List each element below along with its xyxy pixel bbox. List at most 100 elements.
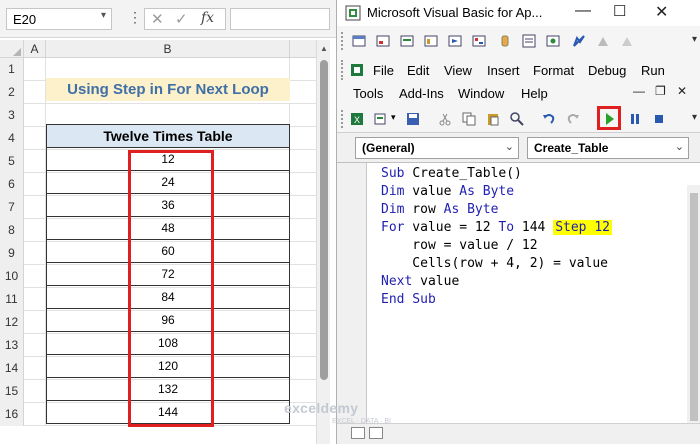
select-all-corner[interactable]	[0, 40, 24, 58]
procedure-dropdown[interactable]: Create_Table ⌄	[527, 137, 689, 159]
code-horizontal-scrollbar[interactable]	[337, 423, 700, 444]
design-icon[interactable]	[619, 33, 635, 49]
cell[interactable]	[24, 173, 46, 196]
cell[interactable]	[24, 127, 46, 150]
table-cell[interactable]: 60	[46, 239, 290, 263]
code-vertical-scrollbar[interactable]	[687, 185, 700, 425]
menu-format[interactable]: Format	[533, 63, 574, 78]
menu-debug[interactable]: Debug	[588, 63, 626, 78]
cell[interactable]	[24, 403, 46, 426]
table-header[interactable]: Twelve Times Table	[46, 124, 290, 148]
table-cell[interactable]: 12	[46, 147, 290, 171]
view-excel-icon[interactable]: X	[349, 111, 365, 127]
break-icon[interactable]	[627, 111, 643, 127]
code-line[interactable]: row = value / 12	[381, 237, 537, 255]
sheet-title[interactable]: Using Step in For Next Loop	[46, 78, 290, 101]
scrollbar-thumb[interactable]	[320, 60, 328, 380]
procedure-view-icon[interactable]	[351, 427, 365, 439]
row-header[interactable]: 13	[0, 334, 24, 357]
cell[interactable]	[24, 288, 46, 311]
child-minimize-icon[interactable]: —	[633, 84, 645, 98]
insert-module-icon[interactable]	[373, 111, 389, 127]
menu-tools[interactable]: Tools	[353, 86, 383, 101]
code-window[interactable]: Sub Create_Table() Dim value As Byte Dim…	[337, 162, 700, 444]
class-module-icon[interactable]	[423, 33, 439, 49]
row-header[interactable]: 1	[0, 58, 24, 81]
toolbar-overflow-icon[interactable]: ▾	[692, 34, 697, 45]
minimize-icon[interactable]: —	[575, 2, 591, 20]
row-header[interactable]: 14	[0, 357, 24, 380]
cell[interactable]	[24, 334, 46, 357]
column-header-b[interactable]: B	[46, 40, 290, 58]
menu-add-ins[interactable]: Add-Ins	[399, 86, 444, 101]
cell[interactable]	[24, 104, 46, 127]
column-header-a[interactable]: A	[24, 40, 46, 58]
object-dropdown[interactable]: (General) ⌄	[355, 137, 519, 159]
row-header[interactable]: 4	[0, 127, 24, 150]
code-line[interactable]: Next value	[381, 273, 459, 291]
cell[interactable]	[24, 58, 46, 81]
row-header[interactable]: 16	[0, 403, 24, 426]
row-header[interactable]: 12	[0, 311, 24, 334]
table-cell[interactable]: 48	[46, 216, 290, 240]
userform-icon[interactable]	[375, 33, 391, 49]
object-browser-icon[interactable]	[545, 33, 561, 49]
full-module-view-icon[interactable]	[369, 427, 383, 439]
row-header[interactable]: 9	[0, 242, 24, 265]
menu-run[interactable]: Run	[641, 63, 665, 78]
find-icon[interactable]	[509, 111, 525, 127]
table-cell[interactable]: 24	[46, 170, 290, 194]
reset-icon[interactable]	[651, 111, 667, 127]
code-line[interactable]: Dim value As Byte	[381, 183, 514, 201]
menu-file[interactable]: File	[373, 63, 394, 78]
chevron-down-icon[interactable]: ⌄	[675, 140, 684, 153]
row-header[interactable]: 5	[0, 150, 24, 173]
undo-icon[interactable]	[541, 111, 557, 127]
cell[interactable]	[24, 265, 46, 288]
properties-icon[interactable]	[521, 33, 537, 49]
menu-help[interactable]: Help	[521, 86, 548, 101]
table-cell[interactable]: 144	[46, 400, 290, 424]
row-header[interactable]: 3	[0, 104, 24, 127]
project-explorer-icon[interactable]	[471, 33, 487, 49]
copy-icon[interactable]	[461, 111, 477, 127]
menu-edit[interactable]: Edit	[407, 63, 429, 78]
cell[interactable]	[24, 242, 46, 265]
table-cell[interactable]: 96	[46, 308, 290, 332]
enter-icon[interactable]: ✓	[175, 10, 188, 28]
menu-insert[interactable]: Insert	[487, 63, 520, 78]
row-header[interactable]: 15	[0, 380, 24, 403]
redo-icon[interactable]	[565, 111, 581, 127]
row-header[interactable]: 10	[0, 265, 24, 288]
menu-view[interactable]: View	[444, 63, 472, 78]
scrollbar-thumb[interactable]	[690, 193, 698, 421]
cell[interactable]	[24, 357, 46, 380]
hand-icon[interactable]	[497, 33, 513, 49]
cell[interactable]	[24, 150, 46, 173]
close-icon[interactable]: ✕	[655, 2, 668, 22]
procedure-icon[interactable]	[447, 33, 463, 49]
edit-toolbox-icon[interactable]	[571, 33, 587, 49]
view-object-icon[interactable]	[351, 33, 367, 49]
cancel-icon[interactable]: ✕	[151, 10, 164, 28]
excel-menu-icon[interactable]	[349, 62, 365, 78]
paste-icon[interactable]	[485, 111, 501, 127]
name-box[interactable]: E20 ▾	[6, 8, 112, 30]
row-header[interactable]: 7	[0, 196, 24, 219]
cell[interactable]	[24, 196, 46, 219]
cell[interactable]	[24, 380, 46, 403]
table-cell[interactable]: 120	[46, 354, 290, 378]
table-cell[interactable]: 84	[46, 285, 290, 309]
cell[interactable]	[24, 81, 46, 104]
formula-input[interactable]	[230, 8, 330, 30]
scroll-up-icon[interactable]: ▲	[320, 44, 328, 53]
name-box-dropdown-icon[interactable]: ▾	[101, 10, 106, 21]
table-cell[interactable]: 36	[46, 193, 290, 217]
cell[interactable]	[24, 311, 46, 334]
table-cell[interactable]: 132	[46, 377, 290, 401]
insert-function-icon[interactable]: fx	[201, 10, 214, 26]
row-header[interactable]: 6	[0, 173, 24, 196]
table-cell[interactable]: 108	[46, 331, 290, 355]
insert-dropdown-icon[interactable]: ▾	[391, 112, 396, 123]
code-line[interactable]: For value = 12 To 144 Step 12	[381, 219, 612, 237]
